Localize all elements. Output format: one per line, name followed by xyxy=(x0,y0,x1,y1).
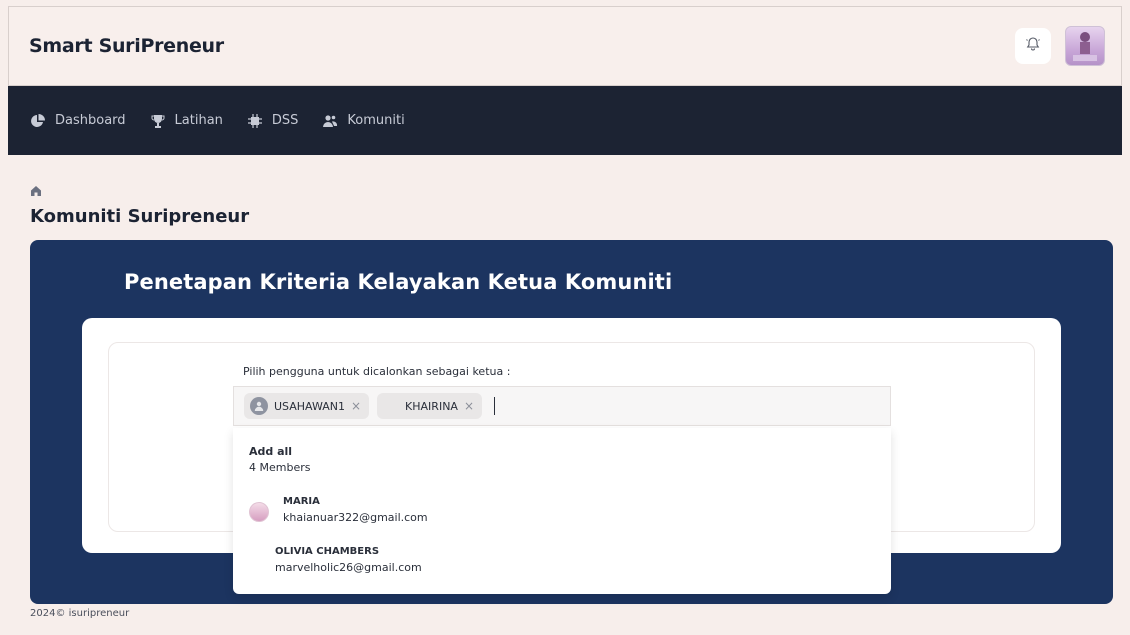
chip-label: USAHAWAN1 xyxy=(274,399,345,413)
nav-label-dss: DSS xyxy=(271,113,299,128)
page-title: Komuniti Suripreneur xyxy=(30,206,250,227)
nav-item-dss[interactable]: DSS xyxy=(247,113,299,129)
pie-chart-icon xyxy=(30,113,46,129)
nav-item-latihan[interactable]: Latihan xyxy=(150,113,223,129)
bell-icon xyxy=(1025,36,1041,56)
avatar xyxy=(249,502,269,522)
candidate-dropdown: Add all 4 Members MARIA khaianuar322@gma… xyxy=(233,428,891,594)
dropdown-item-maria[interactable]: MARIA khaianuar322@gmail.com xyxy=(249,496,869,536)
home-icon xyxy=(30,182,42,201)
chip-icon xyxy=(247,113,263,129)
header-actions xyxy=(1015,26,1105,66)
nav-label-dashboard: Dashboard xyxy=(55,113,126,128)
main-navbar: Dashboard Latihan DSS Komuniti xyxy=(8,86,1122,155)
candidate-select-label: Pilih pengguna untuk dicalonkan sebagai … xyxy=(243,365,511,378)
dropdown-item-olivia-chambers[interactable]: OLIVIA CHAMBERS marvelholic26@gmail.com xyxy=(249,546,869,586)
chip-remove-icon[interactable]: × xyxy=(464,399,474,413)
candidate-multiselect[interactable]: USAHAWAN1 × KHAIRINA × xyxy=(233,386,891,426)
nav-label-komuniti: Komuniti xyxy=(347,113,405,128)
selected-chip-khairina[interactable]: KHAIRINA × xyxy=(377,393,483,419)
nav-label-latihan: Latihan xyxy=(174,113,223,128)
text-cursor xyxy=(494,397,496,415)
chip-remove-icon[interactable]: × xyxy=(351,399,361,413)
member-count: 4 Members xyxy=(249,461,311,474)
dropdown-item-name: MARIA xyxy=(283,496,320,507)
notification-button[interactable] xyxy=(1015,28,1051,64)
nav-item-komuniti[interactable]: Komuniti xyxy=(322,113,405,129)
brand-title: Smart SuriPreneur xyxy=(29,35,224,57)
nav-item-dashboard[interactable]: Dashboard xyxy=(30,113,126,129)
top-header: Smart SuriPreneur xyxy=(8,6,1122,86)
user-avatar[interactable] xyxy=(1065,26,1105,66)
trophy-icon xyxy=(150,113,166,129)
hero-title: Penetapan Kriteria Kelayakan Ketua Komun… xyxy=(124,270,673,294)
user-placeholder-icon xyxy=(250,397,268,415)
dropdown-item-email: khaianuar322@gmail.com xyxy=(283,511,428,524)
dropdown-item-email: marvelholic26@gmail.com xyxy=(275,561,422,574)
chip-label: KHAIRINA xyxy=(405,399,458,413)
breadcrumb-home[interactable] xyxy=(30,182,44,196)
users-icon xyxy=(322,113,338,129)
selected-chip-usahawan1[interactable]: USAHAWAN1 × xyxy=(244,393,370,419)
footer-copyright: 2024© isuripreneur xyxy=(30,608,130,619)
add-all-option[interactable]: Add all xyxy=(249,445,292,458)
dropdown-item-name: OLIVIA CHAMBERS xyxy=(275,546,380,557)
